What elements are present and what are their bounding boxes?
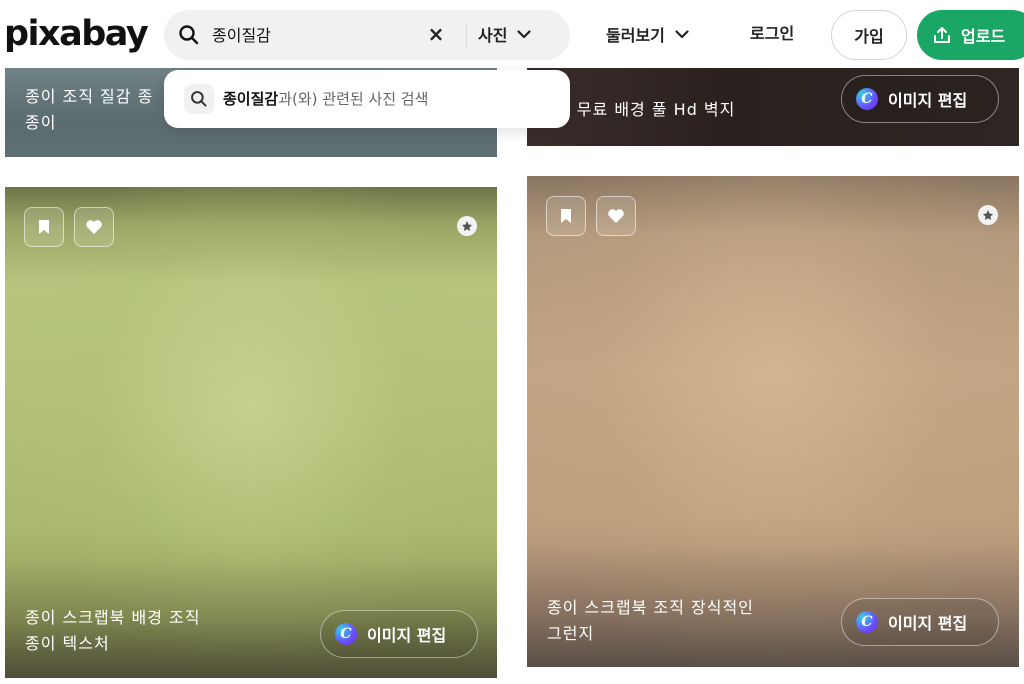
canva-icon: C — [335, 623, 357, 645]
search-suggestion-item[interactable]: 종이질감과(와) 관련된 사진 검색 — [223, 88, 428, 109]
pixabay-logo[interactable]: pixabay — [4, 14, 149, 54]
canva-icon: C — [856, 611, 878, 633]
edit-image-button[interactable]: C 이미지 편집 — [320, 610, 478, 658]
bookmark-icon — [39, 220, 49, 234]
like-button[interactable] — [596, 196, 636, 236]
premium-icon — [978, 205, 998, 225]
login-link[interactable]: 로그인 — [750, 20, 794, 48]
search-suggestions-dropdown: 종이질감과(와) 관련된 사진 검색 — [164, 70, 570, 128]
tag-line: 종이 조직 질감 종 — [25, 87, 154, 106]
image-tags: 종이 스크랩북 배경 조직 종이 텍스처 — [25, 605, 200, 657]
top-header: pixabay × 사진 둘러보기 로그인 가입 업로드 — [0, 0, 1024, 68]
upload-button[interactable]: 업로드 — [917, 10, 1024, 60]
image-card-bottom-right[interactable]: 종이 스크랩북 조직 장식적인 그런지 C 이미지 편집 — [527, 176, 1019, 667]
chevron-down-icon — [675, 29, 689, 38]
explore-menu[interactable]: 둘러보기 — [606, 20, 689, 48]
tag-line: 종이 텍스처 — [25, 634, 110, 653]
image-tags: 종이 조직 질감 종 종이 — [25, 84, 153, 136]
tag-line: 그런지 — [547, 624, 595, 643]
media-type-select[interactable]: 사진 — [478, 20, 532, 48]
premium-icon — [457, 216, 477, 236]
image-card-top-right[interactable]: 음 무료 배경 풀 Hd 벽지 C 이미지 편집 — [527, 68, 1019, 146]
edit-image-button[interactable]: C 이미지 편집 — [841, 75, 999, 123]
upload-icon — [934, 27, 950, 43]
divider — [466, 22, 467, 48]
media-type-label: 사진 — [478, 26, 508, 45]
bookmark-button[interactable] — [546, 196, 586, 236]
chevron-down-icon — [517, 29, 532, 38]
canva-icon: C — [856, 88, 878, 110]
tag-line: 종이 스크랩북 조직 장식적인 — [547, 598, 754, 617]
like-button[interactable] — [74, 207, 114, 247]
edit-image-label: 이미지 편집 — [367, 626, 447, 645]
explore-label: 둘러보기 — [606, 26, 665, 45]
join-label: 가입 — [854, 27, 884, 46]
edit-image-label: 이미지 편집 — [888, 91, 968, 110]
tag-line: 종이 — [25, 113, 57, 132]
heart-icon — [608, 209, 624, 223]
image-tags: 종이 스크랩북 조직 장식적인 그런지 — [547, 595, 754, 647]
search-input[interactable] — [212, 20, 412, 48]
join-button[interactable]: 가입 — [831, 10, 907, 60]
image-tags: 음 무료 배경 풀 Hd 벽지 — [555, 100, 736, 119]
close-icon: × — [427, 22, 445, 46]
clear-search-button[interactable]: × — [424, 22, 448, 46]
bookmark-icon — [561, 209, 571, 223]
search-icon — [179, 25, 199, 45]
page: 종이 조직 질감 종 종이 음 무료 배경 풀 Hd 벽지 C 이미지 편집 종… — [0, 0, 1024, 684]
search-icon — [191, 91, 207, 107]
suggestion-query: 종이질감 — [223, 90, 279, 108]
edit-image-label: 이미지 편집 — [888, 614, 968, 633]
suggestion-search-icon — [184, 84, 214, 114]
edit-image-button[interactable]: C 이미지 편집 — [841, 598, 999, 646]
heart-icon — [86, 220, 102, 234]
image-card-bottom-left[interactable]: 종이 스크랩북 배경 조직 종이 텍스처 C 이미지 편집 — [5, 187, 497, 678]
upload-label: 업로드 — [961, 27, 1006, 46]
suggestion-suffix: 과(와) 관련된 사진 검색 — [278, 90, 429, 108]
bookmark-button[interactable] — [24, 207, 64, 247]
tag-line: 종이 스크랩북 배경 조직 — [25, 608, 201, 627]
